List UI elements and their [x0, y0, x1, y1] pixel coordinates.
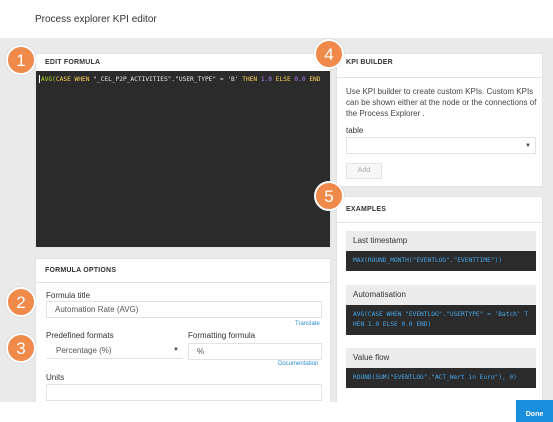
translate-link[interactable]: Translate	[295, 321, 320, 327]
formula-token: "_CEL_P2P_ACTIVITIES"	[93, 76, 172, 83]
add-button[interactable]: Add	[346, 163, 382, 179]
documentation-link[interactable]: Documentation	[278, 361, 318, 367]
done-button[interactable]: Done	[516, 400, 553, 422]
callout-badge-3: 3	[6, 333, 36, 363]
kpi-builder-panel: KPI BUILDER Use KPI builder to create cu…	[336, 53, 543, 187]
formula-token: ELSE	[272, 76, 295, 83]
footer	[0, 402, 553, 422]
top-bar: Process explorer KPI editor	[0, 0, 553, 38]
example-title: Automatisation	[346, 285, 536, 305]
formula-token: =	[216, 76, 228, 83]
formula-editor[interactable]: AVG(CASE WHEN "_CEL_P2P_ACTIVITIES"."USE…	[36, 71, 330, 247]
formula-token: END	[305, 76, 321, 83]
callout-badge-1: 1	[6, 45, 36, 75]
units-label: Units	[46, 373, 65, 382]
predefined-formats-label: Predefined formats	[46, 331, 114, 340]
formula-options-panel: FORMULA OPTIONS Formula title Automation…	[35, 258, 331, 408]
predefined-formats-select[interactable]: Percentage (%) ▼	[46, 342, 183, 359]
callout-badge-2: 2	[6, 287, 36, 317]
example-title: Last timestamp	[346, 231, 536, 251]
formula-title-label: Formula title	[46, 291, 91, 300]
example-item[interactable]: Value flow ROUND(SUM("EVENTLOG"."ACT_Wer…	[346, 348, 536, 388]
formula-options-heading: FORMULA OPTIONS	[36, 259, 330, 283]
formula-token: THEN	[238, 76, 261, 83]
formatting-formula-label: Formatting formula	[188, 331, 256, 340]
formula-token: CASE WHEN	[55, 76, 94, 83]
caret-down-icon: ▼	[525, 143, 531, 149]
example-code[interactable]: MAX(ROUND_MONTH("EVENTLOG"."EVENTTIME"))	[346, 251, 536, 271]
kpi-builder-description: Use KPI builder to create custom KPIs. C…	[346, 87, 537, 118]
examples-heading: EXAMPLES	[337, 197, 542, 223]
edit-formula-heading: EDIT FORMULA	[45, 59, 101, 66]
callout-badge-4: 4	[314, 39, 344, 69]
formula-token: 1.0	[260, 76, 273, 83]
units-input[interactable]	[46, 384, 322, 401]
example-item[interactable]: Automatisation AVG(CASE WHEN "EVENTLOG".…	[346, 285, 536, 335]
formula-token: 'B'	[227, 76, 239, 83]
page-title: Process explorer KPI editor	[35, 14, 157, 25]
predefined-formats-value: Percentage (%)	[56, 346, 112, 355]
table-label: table	[346, 126, 364, 135]
caret-down-icon: ▼	[173, 347, 179, 353]
table-select[interactable]: ▼	[346, 137, 536, 154]
formula-token: 0.0	[294, 76, 306, 83]
example-item[interactable]: Last timestamp MAX(ROUND_MONTH("EVENTLOG…	[346, 231, 536, 271]
text-cursor	[39, 75, 40, 83]
example-code[interactable]: ROUND(SUM("EVENTLOG"."ACT_Wert in Euro")…	[346, 368, 536, 388]
edit-formula-panel: EDIT FORMULA AVG(CASE WHEN "_CEL_P2P_ACT…	[35, 53, 331, 248]
kpi-builder-heading: KPI BUILDER	[337, 54, 542, 78]
formula-token: "USER_TYPE"	[175, 76, 217, 83]
formula-token: AVG(	[41, 76, 56, 83]
formula-title-input[interactable]: Automation Rate (AVG)	[46, 301, 322, 318]
examples-panel: EXAMPLES Last timestamp MAX(ROUND_MONTH(…	[336, 196, 543, 408]
callout-badge-5: 5	[314, 181, 344, 211]
formatting-formula-input[interactable]: %	[188, 343, 322, 360]
example-code[interactable]: AVG(CASE WHEN "EVENTLOG"."USERTYPE" = 'B…	[346, 305, 536, 335]
example-title: Value flow	[346, 348, 536, 368]
